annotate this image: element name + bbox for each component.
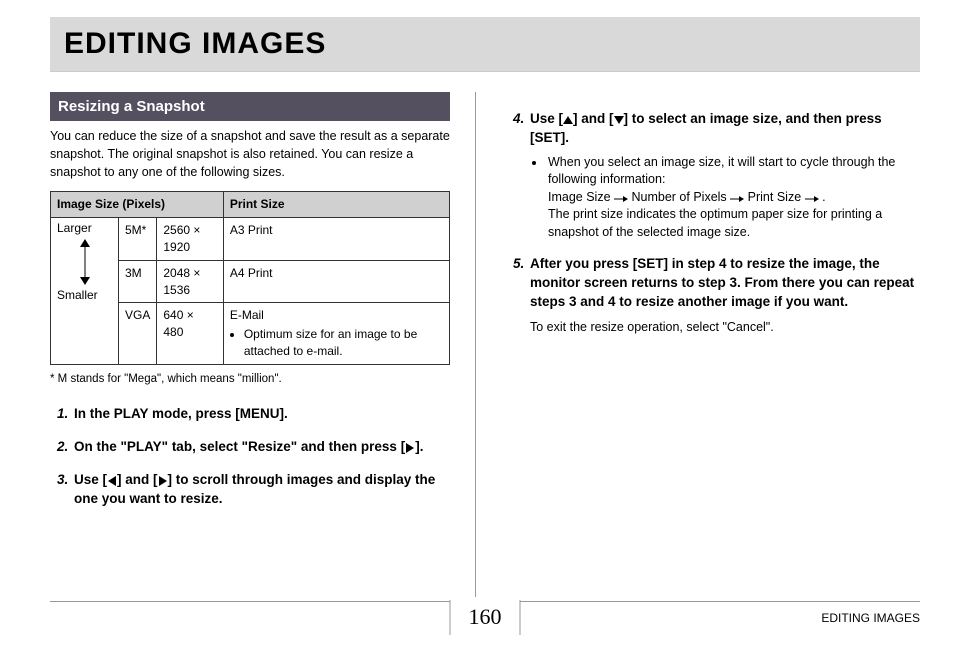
table-header-row: Image Size (Pixels) Print Size bbox=[51, 192, 450, 218]
cell-code: VGA bbox=[119, 303, 157, 364]
table-row: Larger Smaller 5M* 2560 × 1920 A3 Print bbox=[51, 218, 450, 261]
page-title: EDITING IMAGES bbox=[64, 23, 906, 65]
header-print-size: Print Size bbox=[223, 192, 449, 218]
smaller-label: Smaller bbox=[57, 288, 98, 302]
step-3-text: Use [] and [] to scroll through images a… bbox=[74, 472, 435, 506]
print-label: E-Mail bbox=[230, 308, 264, 322]
steps-left: In the PLAY mode, press [MENU]. On the "… bbox=[50, 405, 450, 509]
footnote: * M stands for "Mega", which means "mill… bbox=[50, 371, 450, 387]
down-triangle-icon bbox=[614, 115, 624, 125]
footer: 160 EDITING IMAGES bbox=[50, 601, 920, 636]
cell-print: A4 Print bbox=[223, 260, 449, 303]
step-2-text: On the "PLAY" tab, select "Resize" and t… bbox=[74, 439, 423, 454]
right-triangle-icon bbox=[405, 443, 415, 453]
cell-pixels: 640 × 480 bbox=[157, 303, 223, 364]
cell-pixels: 2560 × 1920 bbox=[157, 218, 223, 261]
two-column-layout: Resizing a Snapshot You can reduce the s… bbox=[50, 92, 920, 597]
page-number: 160 bbox=[450, 600, 521, 635]
print-extra-text: Optimum size for an image to be attached… bbox=[244, 326, 443, 360]
step-5-sub: To exit the resize operation, select "Ca… bbox=[530, 318, 920, 336]
cell-pixels: 2048 × 1536 bbox=[157, 260, 223, 303]
header-image-size: Image Size (Pixels) bbox=[51, 192, 224, 218]
cell-print: E-Mail Optimum size for an image to be a… bbox=[223, 303, 449, 364]
step-3: Use [] and [] to scroll through images a… bbox=[72, 471, 450, 509]
steps-right: Use [] and [] to select an image size, a… bbox=[506, 110, 920, 336]
step-5-text: After you press [SET] in step 4 to resiz… bbox=[530, 256, 914, 309]
double-arrow-icon bbox=[79, 239, 91, 285]
larger-label: Larger bbox=[57, 221, 92, 235]
step-4-sub: When you select an image size, it will s… bbox=[530, 154, 920, 242]
right-triangle-icon bbox=[158, 476, 168, 486]
step-4-sub-item: When you select an image size, it will s… bbox=[546, 154, 920, 242]
step-1: In the PLAY mode, press [MENU]. bbox=[72, 405, 450, 424]
left-column: Resizing a Snapshot You can reduce the s… bbox=[50, 92, 476, 597]
size-table: Image Size (Pixels) Print Size Larger Sm… bbox=[50, 191, 450, 364]
manual-page: EDITING IMAGES Resizing a Snapshot You c… bbox=[0, 0, 954, 646]
print-extra: Optimum size for an image to be attached… bbox=[230, 326, 443, 360]
arrow-right-icon bbox=[805, 195, 819, 203]
arrow-right-icon bbox=[730, 195, 744, 203]
footer-section-label: EDITING IMAGES bbox=[821, 610, 920, 627]
step-2: On the "PLAY" tab, select "Resize" and t… bbox=[72, 438, 450, 457]
title-bar: EDITING IMAGES bbox=[50, 17, 920, 72]
arrow-right-icon bbox=[614, 195, 628, 203]
step-5: After you press [SET] in step 4 to resiz… bbox=[528, 255, 920, 336]
step-1-text: In the PLAY mode, press [MENU]. bbox=[74, 406, 288, 421]
section-heading: Resizing a Snapshot bbox=[50, 92, 450, 121]
right-column: Use [] and [] to select an image size, a… bbox=[506, 92, 920, 597]
step-4: Use [] and [] to select an image size, a… bbox=[528, 110, 920, 241]
cell-print: A3 Print bbox=[223, 218, 449, 261]
step-4-text: Use [] and [] to select an image size, a… bbox=[530, 111, 882, 145]
left-triangle-icon bbox=[107, 476, 117, 486]
cell-code: 3M bbox=[119, 260, 157, 303]
cell-code: 5M* bbox=[119, 218, 157, 261]
intro-paragraph: You can reduce the size of a snapshot an… bbox=[50, 127, 450, 181]
up-triangle-icon bbox=[563, 115, 573, 125]
size-arrow-cell: Larger Smaller bbox=[51, 218, 119, 365]
